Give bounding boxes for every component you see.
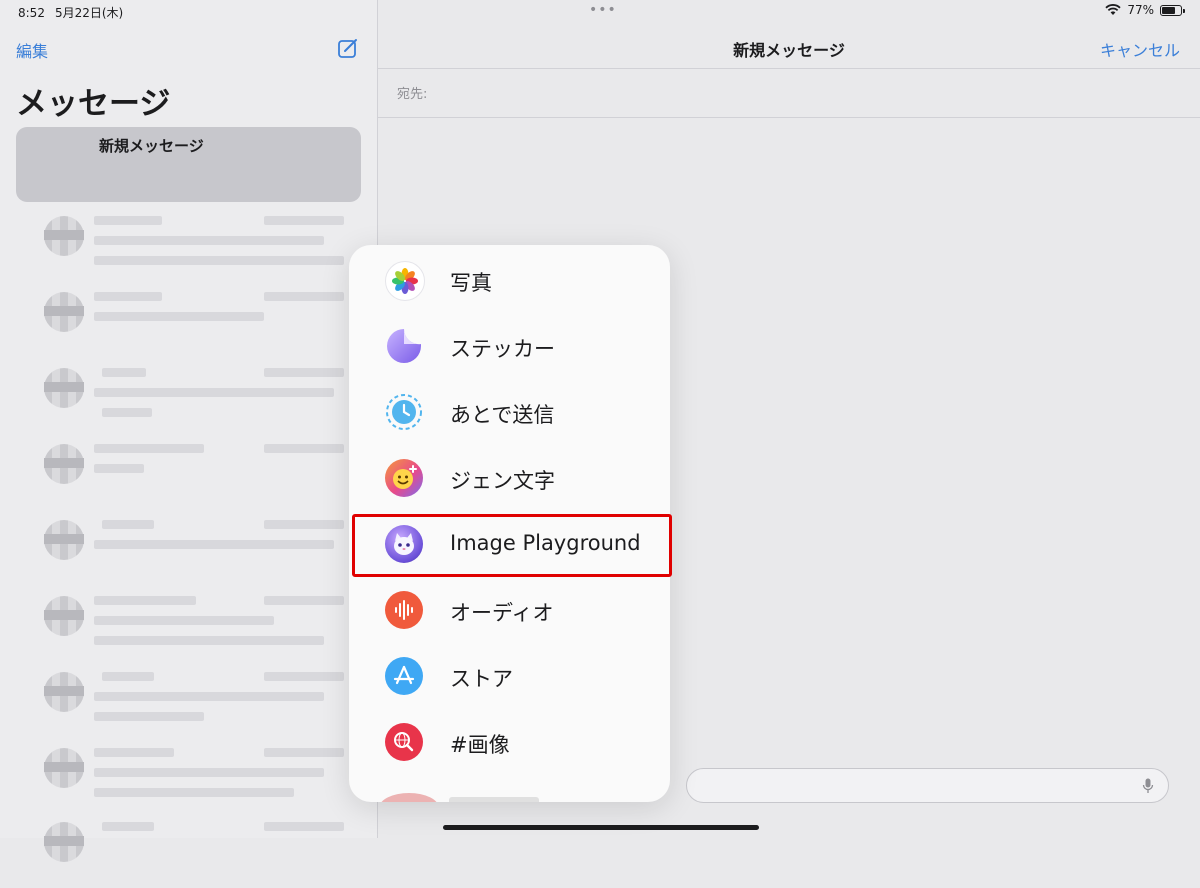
status-date: 5月22日(木) bbox=[54, 6, 124, 20]
avatar bbox=[44, 672, 84, 712]
menu-item-images[interactable]: #画像 bbox=[349, 708, 670, 774]
list-item[interactable] bbox=[40, 668, 350, 738]
menu-item-label: #画像 bbox=[450, 733, 510, 757]
compose-header: 新規メッセージ キャンセル bbox=[378, 0, 1200, 69]
recipient-label: 宛先: bbox=[397, 87, 428, 102]
menu-item-label: ステッカー bbox=[450, 337, 555, 361]
audio-icon bbox=[385, 591, 423, 629]
image-playground-icon bbox=[385, 525, 423, 563]
menu-item-store[interactable]: ストア bbox=[349, 642, 670, 708]
list-item[interactable] bbox=[40, 364, 350, 434]
menu-item-label: あとで送信 bbox=[450, 403, 555, 427]
status-bar-time-date: 8:52 5月22日(木) bbox=[18, 4, 133, 21]
status-time: 8:52 bbox=[18, 6, 45, 20]
list-item[interactable] bbox=[40, 212, 350, 282]
menu-item-label: ストア bbox=[450, 667, 513, 691]
list-item[interactable] bbox=[40, 818, 350, 888]
list-item[interactable] bbox=[40, 592, 350, 662]
avatar bbox=[44, 822, 84, 862]
conversation-sidebar: 編集 メッセージ 新規メッセージ bbox=[0, 0, 378, 862]
avatar bbox=[44, 596, 84, 636]
recipient-field[interactable]: 宛先: bbox=[378, 69, 1200, 118]
genmoji-icon bbox=[385, 459, 423, 497]
menu-item-label: オーディオ bbox=[450, 601, 554, 625]
cancel-button[interactable]: キャンセル bbox=[1100, 37, 1180, 61]
compose-icon[interactable] bbox=[337, 37, 359, 59]
menu-item-label: ジェン文字 bbox=[450, 469, 555, 493]
menu-item-label: Image Playground bbox=[450, 531, 641, 555]
menu-item-photos[interactable]: 写真 bbox=[349, 246, 670, 312]
edit-button[interactable]: 編集 bbox=[16, 38, 48, 62]
home-indicator[interactable] bbox=[443, 825, 759, 830]
menu-item-stickers[interactable]: ステッカー bbox=[349, 312, 670, 378]
new-message-draft-label: 新規メッセージ bbox=[99, 137, 204, 155]
list-item[interactable] bbox=[40, 744, 350, 814]
stickers-icon bbox=[385, 327, 423, 365]
app-actions-menu: 写真 ステッカー あとで送信 ジェン文字 Image Playground オー… bbox=[349, 245, 670, 802]
menu-item-send-later[interactable]: あとで送信 bbox=[349, 378, 670, 444]
photos-icon bbox=[385, 261, 425, 301]
menu-item-label: 写真 bbox=[450, 271, 492, 295]
app-store-icon bbox=[385, 657, 423, 695]
images-search-icon bbox=[385, 723, 423, 761]
avatar bbox=[44, 748, 84, 788]
menu-item-audio[interactable]: オーディオ bbox=[349, 576, 670, 642]
microphone-icon[interactable] bbox=[1142, 778, 1154, 794]
list-item[interactable] bbox=[40, 288, 350, 358]
new-message-draft-item[interactable]: 新規メッセージ bbox=[16, 127, 361, 202]
next-menu-item-label bbox=[449, 797, 539, 802]
list-item[interactable] bbox=[40, 516, 350, 586]
sidebar-title: メッセージ bbox=[16, 86, 171, 122]
send-later-icon bbox=[385, 393, 423, 431]
list-item[interactable] bbox=[40, 440, 350, 510]
avatar bbox=[44, 520, 84, 560]
menu-item-genmoji[interactable]: ジェン文字 bbox=[349, 444, 670, 510]
avatar bbox=[44, 444, 84, 484]
next-menu-item-icon bbox=[379, 793, 439, 802]
avatar bbox=[44, 292, 84, 332]
page-title: 新規メッセージ bbox=[733, 41, 845, 60]
menu-item-image-playground[interactable]: Image Playground bbox=[349, 510, 670, 576]
avatar bbox=[44, 216, 84, 256]
message-input[interactable] bbox=[686, 768, 1169, 803]
avatar bbox=[44, 368, 84, 408]
